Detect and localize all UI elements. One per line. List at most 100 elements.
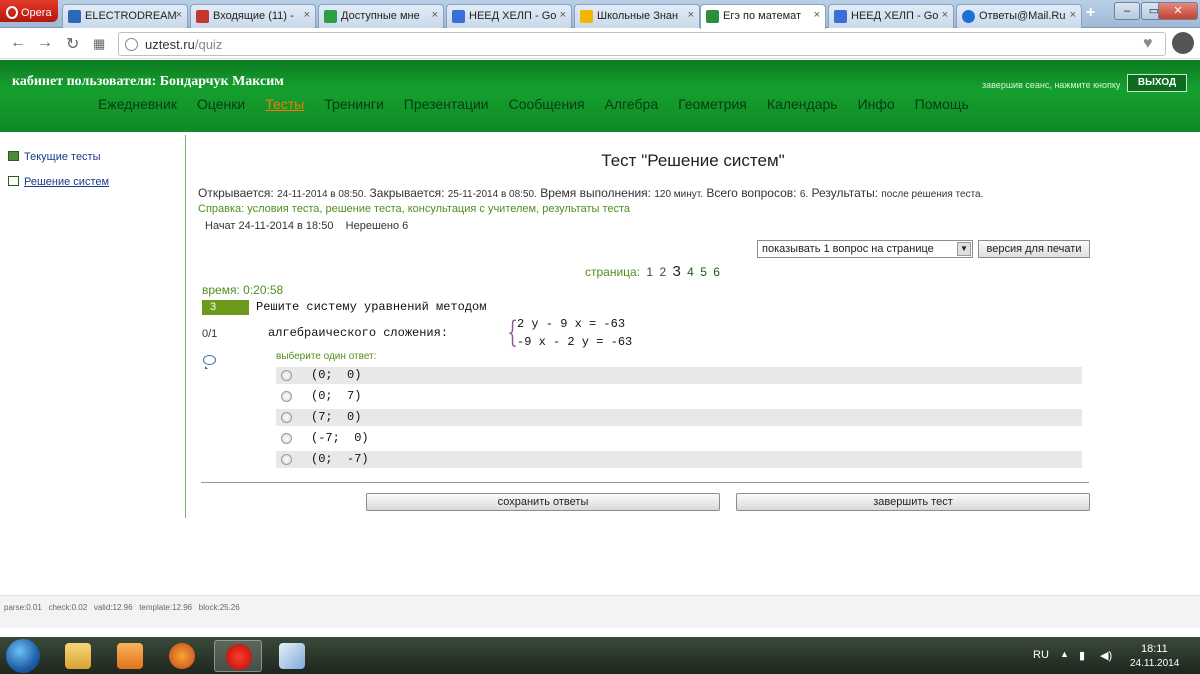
- nav-tests[interactable]: Тесты: [265, 96, 304, 112]
- duration-value: 120 минут.: [654, 189, 704, 200]
- finish-test-button[interactable]: завершить тест: [736, 493, 1090, 511]
- site-icon: [706, 10, 719, 23]
- taskbar-media[interactable]: [106, 640, 154, 672]
- divider: [201, 482, 1089, 483]
- answer-option[interactable]: (-7; 0): [276, 430, 1082, 447]
- comment-icon[interactable]: [203, 355, 216, 369]
- page-link[interactable]: 2: [659, 265, 666, 279]
- questions-per-page-select[interactable]: показывать 1 вопрос на странице ▼: [757, 240, 973, 258]
- answer-radio[interactable]: [281, 412, 292, 423]
- close-icon[interactable]: ×: [1070, 9, 1076, 21]
- gmail-icon: [196, 10, 209, 23]
- network-icon[interactable]: ▮: [1079, 649, 1085, 662]
- page-link[interactable]: 5: [700, 265, 707, 279]
- taskbar-paint[interactable]: [268, 640, 316, 672]
- heart-icon[interactable]: ♥: [1143, 35, 1153, 53]
- browser-tab[interactable]: НЕЕД ХЕЛП - Go ×: [446, 4, 572, 28]
- language-indicator[interactable]: RU: [1033, 649, 1049, 661]
- taskbar-opera[interactable]: [214, 640, 262, 672]
- nav-geometry[interactable]: Геометрия: [678, 96, 747, 112]
- choose-label: выберите один ответ:: [276, 351, 377, 362]
- show-hidden-icons[interactable]: ▲: [1060, 649, 1069, 659]
- drive-icon: [324, 10, 337, 23]
- forward-arrow-icon[interactable]: →: [37, 34, 53, 52]
- reload-icon[interactable]: ↻: [66, 34, 79, 54]
- answer-option[interactable]: (0; 7): [276, 388, 1082, 405]
- equation-2: -9 x - 2 y = -63: [517, 335, 633, 349]
- nav-info[interactable]: Инфо: [858, 96, 895, 112]
- sidebar-item-current-tests[interactable]: Текущие тесты: [8, 151, 101, 163]
- started-status: Начат 24-11-2014 в 18:50 Нерешено 6: [205, 220, 409, 232]
- new-tab-button[interactable]: +: [1086, 4, 1095, 22]
- close-icon[interactable]: ×: [176, 9, 182, 21]
- page-link[interactable]: 4: [687, 265, 694, 279]
- answer-radio[interactable]: [281, 433, 292, 444]
- browser-tab[interactable]: Школьные Знан ×: [574, 4, 700, 28]
- clock-date[interactable]: 24.11.2014: [1130, 658, 1179, 669]
- save-answers-button[interactable]: сохранить ответы: [366, 493, 720, 511]
- nav-help[interactable]: Помощь: [915, 96, 969, 112]
- answer-radio[interactable]: [281, 391, 292, 402]
- nav-trainings[interactable]: Тренинги: [324, 96, 384, 112]
- answer-radio[interactable]: [281, 370, 292, 381]
- media-player-icon: [117, 643, 143, 669]
- browser-tab[interactable]: Входящие (11) - ×: [190, 4, 316, 28]
- close-icon[interactable]: ×: [304, 9, 310, 21]
- firefox-icon: [169, 643, 195, 669]
- user-cabinet-title: кабинет пользователя: Бондарчук Максим: [12, 74, 284, 89]
- close-icon[interactable]: ×: [688, 9, 694, 21]
- close-icon[interactable]: ×: [560, 9, 566, 21]
- timer: время: 0:20:58: [202, 283, 284, 297]
- volume-icon[interactable]: ◀): [1100, 649, 1112, 662]
- tab-label: Школьные Знан: [597, 10, 679, 22]
- browser-tab[interactable]: Ответы@Mail.Ru ×: [956, 4, 1082, 28]
- results-value: после решения теста.: [881, 189, 984, 200]
- browser-tab[interactable]: НЕЕД ХЕЛП - Go ×: [828, 4, 954, 28]
- nav-algebra[interactable]: Алгебра: [605, 96, 659, 112]
- opera-icon: [6, 6, 18, 19]
- znanija-icon: [580, 10, 593, 23]
- start-button[interactable]: [6, 639, 40, 673]
- minimize-button[interactable]: –: [1114, 2, 1140, 20]
- answer-text: (0; -7): [311, 452, 369, 466]
- tab-label: Входящие (11) -: [213, 10, 294, 22]
- answer-radio[interactable]: [281, 454, 292, 465]
- answer-option[interactable]: (0; 0): [276, 367, 1082, 384]
- close-icon[interactable]: ×: [432, 9, 438, 21]
- url-path: /quiz: [194, 37, 223, 52]
- nav-diary[interactable]: Ежедневник: [98, 96, 177, 112]
- page-link[interactable]: 6: [713, 265, 720, 279]
- browser-tab[interactable]: Доступные мне ×: [318, 4, 444, 28]
- taskbar-explorer[interactable]: [54, 640, 102, 672]
- opera-label: Opera: [21, 6, 52, 19]
- speed-dial-icon[interactable]: ▦: [93, 36, 105, 52]
- close-icon[interactable]: ×: [942, 9, 948, 21]
- help-links[interactable]: Справка: условия теста, решение теста, к…: [198, 203, 630, 215]
- page-current[interactable]: 3: [672, 263, 680, 280]
- sidebar-item-systems[interactable]: Решение систем: [8, 176, 109, 188]
- sync-icon[interactable]: [1172, 32, 1194, 54]
- back-arrow-icon[interactable]: ←: [10, 34, 26, 52]
- answer-option[interactable]: (7; 0): [276, 409, 1082, 426]
- select-value: показывать 1 вопрос на странице: [762, 243, 934, 255]
- answer-option[interactable]: (0; -7): [276, 451, 1082, 468]
- address-input[interactable]: uztest.ru/quiz: [118, 32, 1166, 56]
- taskbar-firefox[interactable]: [158, 640, 206, 672]
- window-close-button[interactable]: ✕: [1158, 2, 1198, 20]
- pages-label: страница:: [585, 265, 641, 279]
- nav-presentations[interactable]: Презентации: [404, 96, 489, 112]
- browser-tab[interactable]: ELECTRODREAM ×: [62, 4, 188, 28]
- close-icon[interactable]: ×: [814, 9, 820, 21]
- nav-messages[interactable]: Сообщения: [509, 96, 585, 112]
- nav-calendar[interactable]: Календарь: [767, 96, 838, 112]
- nav-grades[interactable]: Оценки: [197, 96, 245, 112]
- list-icon: [8, 151, 19, 161]
- print-version-button[interactable]: версия для печати: [978, 240, 1090, 258]
- logout-button[interactable]: ВЫХОД: [1127, 74, 1187, 92]
- clock-time[interactable]: 18:11: [1141, 643, 1168, 655]
- question-text: алгебраического сложения:: [268, 326, 449, 340]
- site-info-icon[interactable]: [125, 38, 138, 51]
- opera-menu-button[interactable]: Opera: [0, 0, 58, 22]
- page-link[interactable]: 1: [646, 265, 653, 279]
- browser-tab-active[interactable]: Егэ по математ ×: [700, 4, 826, 29]
